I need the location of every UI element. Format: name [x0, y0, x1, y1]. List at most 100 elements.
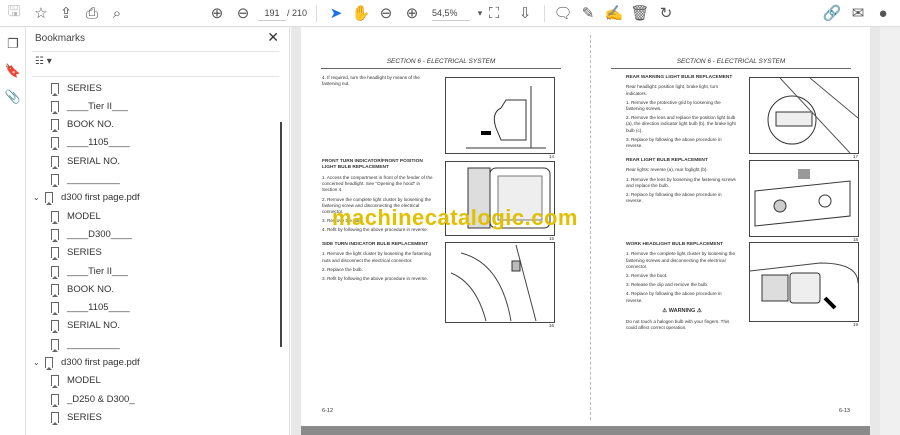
panel-title: Bookmarks — [35, 33, 86, 44]
bookmark-label: SERIAL NO. — [67, 155, 120, 167]
rotate-icon[interactable]: ↻ — [656, 4, 676, 22]
bookmark-item[interactable]: _D250 & D300_ — [51, 390, 135, 408]
sign-icon[interactable]: ✍ — [604, 4, 624, 22]
figure-number: 19 — [852, 321, 858, 327]
figure-work-headlight: 19 — [749, 242, 859, 327]
cloud-upload-icon[interactable]: ⇪ — [56, 4, 76, 22]
close-icon[interactable]: ✕ — [267, 29, 279, 46]
email-icon[interactable]: ✉ — [848, 4, 868, 22]
print-icon[interactable]: ⎙ — [82, 4, 102, 22]
page-down-icon[interactable]: ⊖ — [233, 4, 253, 22]
bookmark-item[interactable]: BOOK NO. — [51, 280, 114, 298]
bookmark-label: MODEL — [67, 210, 101, 222]
step: 3. Replace by following the above proced… — [626, 136, 722, 148]
hand-icon[interactable]: ✋ — [351, 4, 371, 22]
intro: Rear lights: reverse (a), rear foglight … — [626, 167, 708, 173]
warning-text: Do not touch a halogen bulb with your fi… — [626, 319, 730, 331]
zoom-in-icon[interactable]: ⊕ — [402, 4, 422, 22]
bookmark-item[interactable]: ____1105____ — [51, 134, 130, 152]
bookmark-icon — [45, 192, 53, 206]
bookmark-item[interactable]: ____Tier II___ — [51, 262, 128, 280]
figure-rear-warning: 17 — [749, 77, 859, 159]
trash-icon[interactable]: 🗑 — [630, 4, 650, 22]
bookmark-icon — [51, 375, 59, 389]
step: 3. Refit by following the above procedur… — [322, 276, 428, 282]
bookmark-label: SERIES — [67, 411, 102, 423]
bookmark-label: SERIES — [67, 247, 102, 259]
chevron-down-icon[interactable]: ⌄ — [33, 193, 45, 202]
step: 2. Remove the boot. — [626, 273, 668, 279]
save-icon[interactable]: 🖫 — [4, 3, 24, 22]
zoom-out-icon[interactable]: ⊖ — [376, 4, 396, 22]
divider — [32, 76, 279, 77]
pages-icon[interactable]: ❐ — [4, 35, 22, 53]
bookmark-item[interactable]: BOOK NO. — [51, 116, 114, 134]
rear-light-drawing — [754, 169, 851, 227]
bookmark-label: SERIAL NO. — [67, 320, 120, 332]
document-viewport: SECTION 6 - ELECTRICAL SYSTEM 4. If requ… — [291, 27, 900, 435]
step: 2. Replace by following the above proced… — [626, 192, 722, 204]
chevron-down-icon[interactable]: ⌄ — [33, 358, 45, 367]
bookmark-item[interactable]: MODEL — [51, 372, 101, 390]
attachment-icon[interactable]: 📎 — [4, 88, 22, 106]
bookmark-item[interactable]: SERIES — [51, 244, 102, 262]
step: 4. Replace by following the above proced… — [626, 291, 722, 303]
toolbar: 🖫 ☆ ⇪ ⎙ ⌕ ⊕ ⊖ 191 / 210 ➤ ✋ ⊖ ⊕ 54,5% ▾ … — [0, 0, 900, 27]
bookmark-item[interactable]: SERIAL NO. — [51, 317, 120, 335]
star-icon[interactable]: ☆ — [31, 4, 51, 22]
section-title: SIDE TURN INDICATOR BULB REPLACEMENT — [322, 242, 428, 247]
bookmark-label: __________ — [67, 338, 120, 350]
share-link-icon[interactable]: 🔗 — [822, 4, 842, 22]
bookmark-item[interactable]: SERIAL NO. — [51, 152, 120, 170]
figure-number: 14 — [548, 153, 554, 159]
bookmark-label: _D250 & D300_ — [67, 393, 135, 405]
page-header: SECTION 6 - ELECTRICAL SYSTEM — [676, 58, 786, 65]
page-total: / 210 — [287, 8, 308, 18]
bookmark-item[interactable]: ____D300____ — [51, 225, 132, 243]
bookmark-icon — [51, 393, 59, 407]
section-title: WORK HEADLIGHT BULB REPLACEMENT — [626, 242, 723, 247]
page-number-input[interactable]: 191 — [258, 6, 286, 21]
bookmark-item[interactable]: MODEL — [51, 207, 101, 225]
bookmark-item[interactable]: ⌄ d300 first page.pdf — [33, 354, 140, 372]
bookmark-item[interactable]: ____Tier II___ — [51, 97, 128, 115]
comment-icon[interactable]: 🗨 — [553, 4, 573, 22]
bookmark-icon — [51, 137, 59, 151]
pen-icon[interactable]: ✎ — [578, 4, 598, 22]
zoom-level-input[interactable]: 54,5% — [432, 6, 470, 21]
bookmark-item[interactable]: SERIES — [51, 79, 102, 97]
bookmark-item[interactable]: __________ — [51, 171, 120, 189]
bookmark-icon[interactable]: 🔖 — [4, 62, 22, 80]
bookmark-label: d300 first page.pdf — [61, 357, 140, 368]
scroll-mode-icon[interactable]: ⇩ — [515, 4, 535, 22]
bookmark-icon — [51, 247, 59, 261]
bookmark-label: ____1105____ — [67, 137, 130, 149]
scrollbar[interactable] — [280, 122, 282, 347]
bookmark-label: ____D300____ — [67, 228, 132, 240]
divider — [316, 5, 317, 22]
bookmark-icon — [51, 100, 59, 114]
bookmark-label: __________ — [67, 174, 120, 185]
vertical-scrollbar[interactable] — [880, 27, 900, 435]
select-cursor-icon[interactable]: ➤ — [326, 4, 346, 22]
bookmark-label: ____Tier II___ — [67, 265, 128, 277]
bookmark-label: d300 first page.pdf — [61, 192, 140, 204]
bookmark-item[interactable]: ⌄ d300 first page.pdf — [33, 189, 140, 207]
bookmark-icon — [51, 210, 59, 224]
section-title: REAR LIGHT BULB REPLACEMENT — [626, 158, 708, 163]
section-rear-light: REAR LIGHT BULB REPLACEMENT Rear lights:… — [626, 158, 738, 207]
bookmark-item[interactable]: SERIES — [51, 408, 102, 426]
section-work-headlight: WORK HEADLIGHT BULB REPLACEMENT 1. Remov… — [626, 242, 738, 335]
bookmark-item[interactable]: ____1105____ — [51, 299, 130, 317]
page-up-icon[interactable]: ⊕ — [207, 4, 227, 22]
search-icon[interactable]: ⌕ — [107, 4, 127, 22]
bookmark-options-button[interactable]: ☷ ▾ — [35, 56, 52, 67]
section-title: FRONT TURN INDICATOR/FRONT POSITION LIGH… — [322, 159, 423, 171]
section-rear-warning: REAR WARNING LIGHT BULB REPLACEMENT Rear… — [626, 75, 738, 152]
bookmark-label: ____1105____ — [67, 302, 130, 314]
fit-page-icon[interactable]: ⛶ — [484, 4, 504, 22]
page-number: 6-12 — [322, 408, 334, 414]
bookmark-item[interactable]: __________ — [51, 335, 120, 353]
account-icon[interactable]: ● — [873, 4, 893, 22]
header-rule — [321, 68, 561, 69]
